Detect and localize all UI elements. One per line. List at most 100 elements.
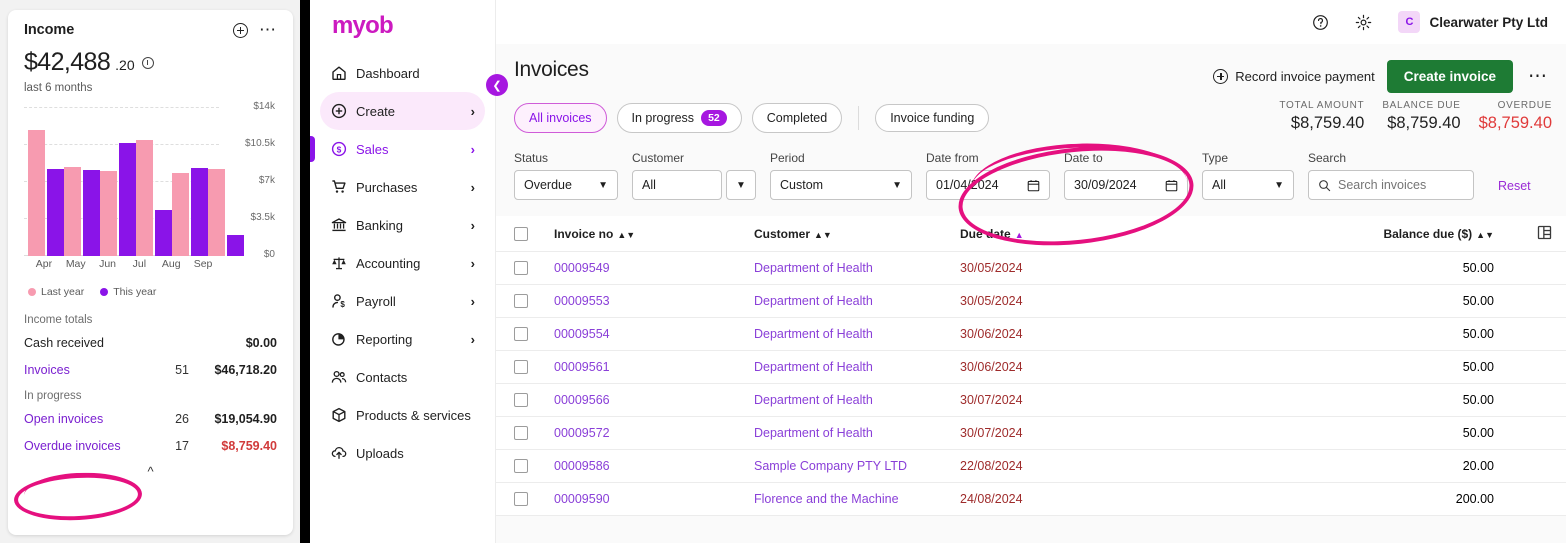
customer-link[interactable]: Department of Health — [754, 393, 873, 407]
row-checkbox[interactable] — [514, 294, 528, 308]
sidebar-item-products-services[interactable]: Products & services — [320, 396, 485, 434]
row-checkbox[interactable] — [514, 393, 528, 407]
invoice-no-link[interactable]: 00009553 — [554, 294, 610, 308]
invoice-no-link[interactable]: 00009586 — [554, 459, 610, 473]
sidebar-item-purchases[interactable]: Purchases › — [320, 168, 485, 206]
chart-y-tick-label: $10.5k — [244, 138, 275, 149]
period-select[interactable]: Custom ▼ — [770, 170, 912, 200]
sidebar-item-dashboard[interactable]: Dashboard — [320, 54, 485, 92]
date-to-input[interactable]: 30/09/2024 — [1064, 170, 1188, 200]
scales-icon — [330, 255, 347, 272]
search-input[interactable]: Search invoices — [1338, 178, 1464, 192]
sidebar-item-accounting[interactable]: Accounting › — [320, 244, 485, 282]
chart-bar — [119, 143, 136, 256]
row-checkbox[interactable] — [514, 261, 528, 275]
columns-settings-icon[interactable] — [1537, 225, 1552, 240]
row-checkbox[interactable] — [514, 426, 528, 440]
table-row[interactable]: 00009549 Department of Health 30/05/2024 50… — [496, 252, 1566, 285]
type-select[interactable]: All ▼ — [1202, 170, 1294, 200]
ellipsis-icon[interactable]: ⋯ — [1525, 67, 1550, 86]
invoice-no-link[interactable]: 00009549 — [554, 261, 610, 275]
chart-x-tick-label: Jun — [99, 258, 117, 270]
plus-circle-icon — [1213, 69, 1229, 84]
customer-link[interactable]: Department of Health — [754, 426, 873, 440]
table-row[interactable]: 00009554 Department of Health 30/06/2024 50… — [496, 318, 1566, 351]
cell-invoice-no: 00009572 — [554, 426, 754, 440]
select-all-checkbox-cell — [514, 226, 554, 241]
totals-row-label[interactable]: Overdue invoices — [24, 439, 137, 453]
help-circle-icon[interactable] — [1312, 14, 1329, 31]
cell-due-date: 30/07/2024 — [960, 393, 1023, 407]
customer-link[interactable]: Florence and the Machine — [754, 492, 899, 506]
chart-legend-item: Last year — [28, 286, 84, 298]
row-checkbox[interactable] — [514, 459, 528, 473]
plus-circle-icon[interactable] — [233, 22, 248, 38]
sidebar-item-banking[interactable]: Banking › — [320, 206, 485, 244]
calendar-icon[interactable] — [1027, 179, 1040, 192]
totals-row-label[interactable]: Open invoices — [24, 412, 137, 426]
cloud-upload-icon — [330, 445, 347, 462]
sidebar-item-reporting[interactable]: Reporting › — [320, 320, 485, 358]
table-row[interactable]: 00009590 Florence and the Machine 24/08/20… — [496, 483, 1566, 516]
reset-filters-button[interactable]: Reset — [1498, 179, 1531, 193]
customer-link[interactable]: Department of Health — [754, 294, 873, 308]
customer-select[interactable]: All — [632, 170, 722, 200]
table-row[interactable]: 00009566 Department of Health 30/07/2024 50… — [496, 384, 1566, 417]
chevron-left-icon[interactable]: ❮ — [486, 74, 508, 96]
date-from-input[interactable]: 01/04/2024 — [926, 170, 1050, 200]
search-input-wrap[interactable]: Search invoices — [1308, 170, 1474, 200]
col-due-date[interactable]: Due date ▲ — [960, 227, 1232, 241]
chevron-up-icon[interactable]: ^ — [24, 464, 277, 479]
company-menu[interactable]: C Clearwater Pty Ltd — [1398, 11, 1548, 33]
sidebar-item-create[interactable]: Create › — [320, 92, 485, 130]
sidebar-item-label: Products & services — [356, 407, 471, 423]
cell-invoice-no: 00009553 — [554, 294, 754, 308]
myob-logo[interactable]: myob — [310, 10, 495, 54]
col-balance-due[interactable]: Balance due ($) ▲▼ — [1232, 227, 1500, 241]
invoice-no-link[interactable]: 00009590 — [554, 492, 610, 506]
table-row[interactable]: 00009553 Department of Health 30/05/2024 50… — [496, 285, 1566, 318]
col-invoice-no[interactable]: Invoice no ▲▼ — [554, 227, 754, 241]
chart-bar — [100, 170, 117, 256]
cell-invoice-no: 00009549 — [554, 261, 754, 275]
row-checkbox[interactable] — [514, 327, 528, 341]
table-row[interactable]: 00009572 Department of Health 30/07/2024 50… — [496, 417, 1566, 450]
calendar-icon[interactable] — [1165, 179, 1178, 192]
cell-invoice-no: 00009566 — [554, 393, 754, 407]
table-row[interactable]: 00009586 Sample Company PTY LTD 22/08/2024… — [496, 450, 1566, 483]
col-customer[interactable]: Customer ▲▼ — [754, 227, 960, 241]
row-checkbox[interactable] — [514, 492, 528, 506]
sidebar-item-label: Purchases — [356, 179, 418, 195]
row-checkbox-cell — [514, 492, 554, 506]
select-all-checkbox[interactable] — [514, 226, 528, 241]
tab-all-invoices[interactable]: All invoices — [514, 103, 607, 133]
sidebar-item-sales[interactable]: $ Sales › — [310, 130, 485, 168]
table-row[interactable]: 00009561 Department of Health 30/06/2024 50… — [496, 351, 1566, 384]
sidebar-item-contacts[interactable]: Contacts — [320, 358, 485, 396]
chart-legend-item: This year — [100, 286, 156, 298]
tab-invoice-funding[interactable]: Invoice funding — [875, 104, 990, 132]
row-checkbox[interactable] — [514, 360, 528, 374]
record-invoice-payment-button[interactable]: Record invoice payment — [1213, 69, 1375, 84]
create-invoice-button[interactable]: Create invoice — [1386, 60, 1513, 93]
invoice-no-link[interactable]: 00009561 — [554, 360, 610, 374]
invoice-no-link[interactable]: 00009554 — [554, 327, 610, 341]
invoice-no-link[interactable]: 00009566 — [554, 393, 610, 407]
sidebar-item-uploads[interactable]: Uploads — [320, 434, 485, 472]
summary-totals: TOTAL AMOUNT $8,759.40 BALANCE DUE $8,759.4… — [1279, 100, 1552, 133]
customer-link[interactable]: Department of Health — [754, 327, 873, 341]
filter-search-label: Search — [1308, 151, 1347, 165]
totals-row-label[interactable]: Invoices — [24, 363, 137, 377]
tab-in-progress[interactable]: In progress 52 — [616, 103, 742, 133]
status-select[interactable]: Overdue ▼ — [514, 170, 618, 200]
customer-link[interactable]: Department of Health — [754, 261, 873, 275]
ellipsis-icon[interactable]: ⋯ — [259, 21, 277, 38]
info-icon[interactable] — [141, 56, 154, 69]
customer-link[interactable]: Department of Health — [754, 360, 873, 374]
gear-icon[interactable] — [1355, 14, 1372, 31]
invoice-no-link[interactable]: 00009572 — [554, 426, 610, 440]
chevron-down-icon[interactable]: ▼ — [726, 170, 756, 200]
customer-link[interactable]: Sample Company PTY LTD — [754, 459, 907, 473]
sidebar-item-payroll[interactable]: $ Payroll › — [320, 282, 485, 320]
tab-completed[interactable]: Completed — [751, 103, 843, 133]
